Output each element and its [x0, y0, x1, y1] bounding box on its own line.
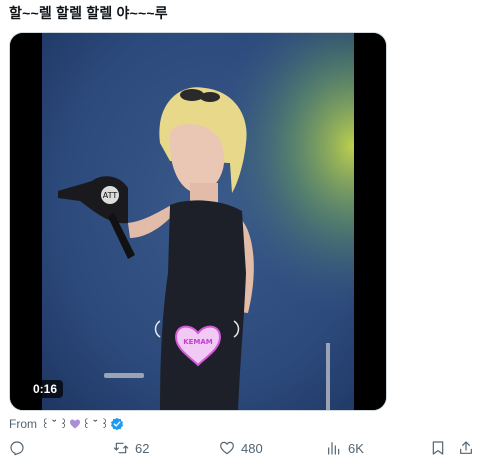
- svg-text:ATT: ATT: [103, 191, 118, 200]
- source-name-left: ꒰ ˘ ꒱: [41, 419, 68, 431]
- repost-button[interactable]: 62: [113, 440, 149, 456]
- repost-icon: [113, 442, 129, 454]
- like-button[interactable]: 480: [219, 440, 263, 456]
- source-prefix: From: [9, 416, 37, 431]
- verified-badge-icon: [110, 417, 124, 430]
- post-text: 할~~렐 할렐 할렐 야~~~루: [9, 5, 168, 21]
- like-icon: [220, 441, 234, 455]
- views-icon: [328, 442, 340, 455]
- purple-heart-icon: [69, 419, 80, 428]
- bookmark-icon: [432, 441, 444, 455]
- source-attribution: From ꒰ ˘ ꒱ ꒰ ˘ ꒱: [9, 416, 124, 431]
- views-count: 6K: [348, 440, 364, 456]
- repost-count: 62: [135, 440, 150, 456]
- reply-button[interactable]: [9, 440, 25, 456]
- action-bar: 62 480 6K: [0, 440, 485, 466]
- svg-text:KEMAM: KEMAM: [183, 338, 213, 346]
- video-player[interactable]: ATT KEMAM 0:16: [9, 32, 387, 411]
- share-button[interactable]: [458, 440, 474, 456]
- share-icon: [460, 441, 472, 454]
- video-duration: 0:16: [27, 380, 64, 398]
- video-frame: ATT KEMAM: [10, 33, 386, 410]
- reply-icon: [10, 441, 24, 456]
- bookmark-button[interactable]: [430, 440, 446, 456]
- source-account[interactable]: ꒰ ˘ ꒱ ꒰ ˘ ꒱: [41, 416, 124, 431]
- like-count: 480: [241, 440, 263, 456]
- source-name-right: ꒰ ˘ ꒱: [81, 419, 109, 431]
- views-button[interactable]: 6K: [326, 440, 364, 456]
